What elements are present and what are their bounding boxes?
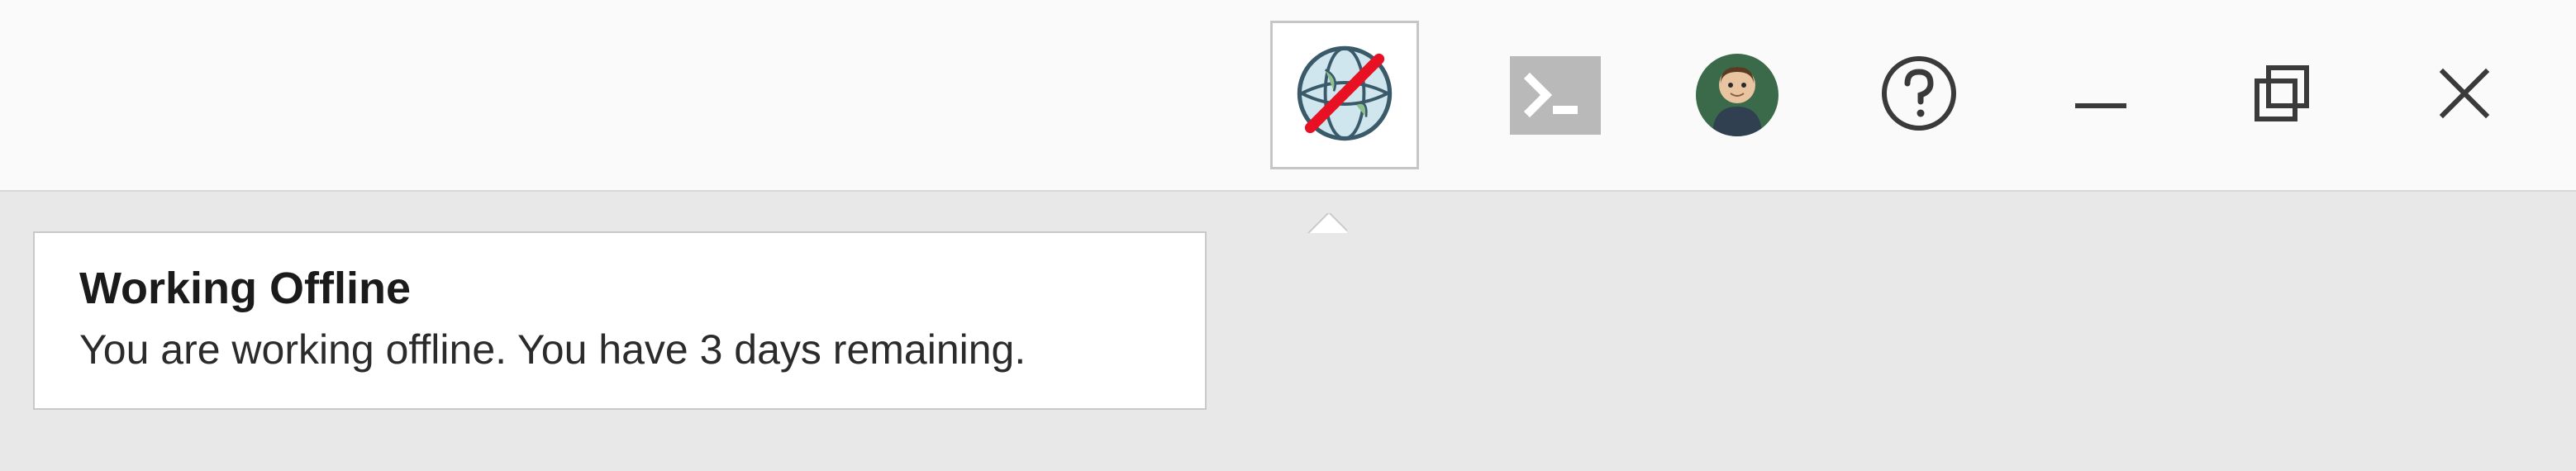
minimize-icon (2068, 60, 2134, 131)
user-avatar-button[interactable] (1692, 50, 1783, 140)
tooltip-title: Working Offline (79, 263, 1160, 314)
tooltip-arrow (1307, 213, 1347, 233)
offline-status-button[interactable] (1270, 21, 1419, 169)
restore-icon (2245, 56, 2320, 135)
close-icon (2431, 60, 2497, 131)
tooltip-body: You are working offline. You have 3 days… (79, 326, 1160, 373)
help-icon (1878, 52, 1960, 139)
terminal-icon (1510, 56, 1601, 135)
title-bar-toolbar (0, 0, 2576, 192)
help-button[interactable] (1874, 50, 1964, 140)
user-avatar (1696, 54, 1778, 136)
terminal-button[interactable] (1510, 50, 1601, 140)
restore-button[interactable] (2237, 50, 2328, 140)
globe-offline-icon (1291, 40, 1398, 151)
offline-tooltip: Working Offline You are working offline.… (33, 231, 1207, 410)
minimize-button[interactable] (2055, 50, 2146, 140)
close-button[interactable] (2419, 50, 2510, 140)
